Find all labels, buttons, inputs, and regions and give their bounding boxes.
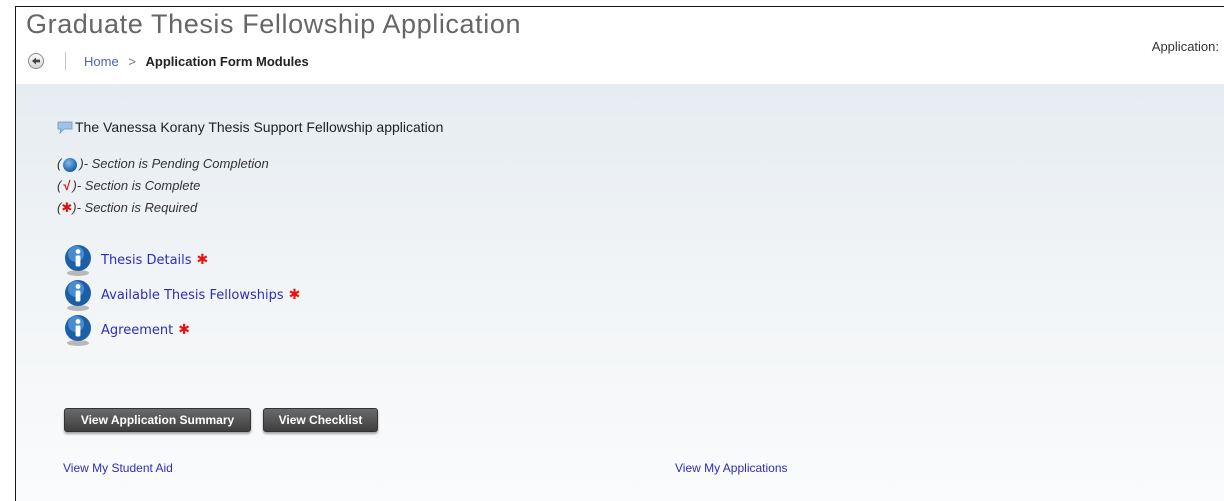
legend-pending: ( ) - Section is Pending Completion <box>57 153 269 175</box>
intro-message: The Vanessa Korany Thesis Support Fellow… <box>57 119 443 135</box>
section-link-available-thesis-fellowships[interactable]: Available Thesis Fellowships ✱ <box>101 287 300 303</box>
info-icon <box>63 158 78 172</box>
section-label: Available Thesis Fellowships <box>101 288 284 303</box>
comment-icon <box>57 121 73 134</box>
asterisk-icon: ✱ <box>61 200 73 215</box>
legend-complete-text: - Section is Complete <box>76 178 201 193</box>
view-checklist-button[interactable]: View Checklist <box>263 408 378 432</box>
breadcrumb-current: Application Form Modules <box>145 54 309 69</box>
legend-open-paren: ( <box>57 156 62 171</box>
legend-pending-text: - Section is Pending Completion <box>83 156 269 171</box>
legend-required-text: - Section is Required <box>76 200 198 215</box>
required-asterisk-icon: ✱ <box>196 252 209 268</box>
info-icon <box>63 314 93 346</box>
section-link-thesis-details[interactable]: Thesis Details ✱ <box>101 252 208 268</box>
view-application-summary-button[interactable]: View Application Summary <box>64 408 251 432</box>
section-item-agreement[interactable]: Agreement ✱ <box>63 313 190 347</box>
back-button[interactable] <box>28 53 44 69</box>
legend-complete: ( √ ) - Section is Complete <box>57 175 269 197</box>
arrow-left-icon <box>32 57 40 65</box>
required-asterisk-icon: ✱ <box>178 322 190 338</box>
intro-text: The Vanessa Korany Thesis Support Fellow… <box>75 119 444 135</box>
info-icon <box>63 279 93 311</box>
application-label: Application: <box>1151 39 1219 54</box>
legend-open-paren: ( <box>57 178 62 193</box>
legend-required: ( ✱ ) - Section is Required <box>57 197 269 219</box>
status-legend: ( ) - Section is Pending Completion ( √ … <box>57 153 269 219</box>
checkmark-icon: √ <box>63 178 71 193</box>
required-asterisk-icon: ✱ <box>288 287 301 303</box>
breadcrumb: Home > Application Form Modules <box>84 54 309 69</box>
page-title: Graduate Thesis Fellowship Application <box>26 9 522 39</box>
nav-divider <box>65 52 66 70</box>
view-my-student-aid-link[interactable]: View My Student Aid <box>63 461 173 475</box>
breadcrumb-separator: > <box>128 54 136 69</box>
section-item-available-thesis-fellowships[interactable]: Available Thesis Fellowships ✱ <box>63 278 300 312</box>
section-link-agreement[interactable]: Agreement ✱ <box>101 322 190 338</box>
view-my-applications-link[interactable]: View My Applications <box>675 461 788 475</box>
section-label: Thesis Details <box>101 253 192 268</box>
section-label: Agreement <box>101 323 174 338</box>
breadcrumb-home-link[interactable]: Home <box>84 54 119 69</box>
info-icon <box>63 244 93 276</box>
section-item-thesis-details[interactable]: Thesis Details ✱ <box>63 243 208 277</box>
